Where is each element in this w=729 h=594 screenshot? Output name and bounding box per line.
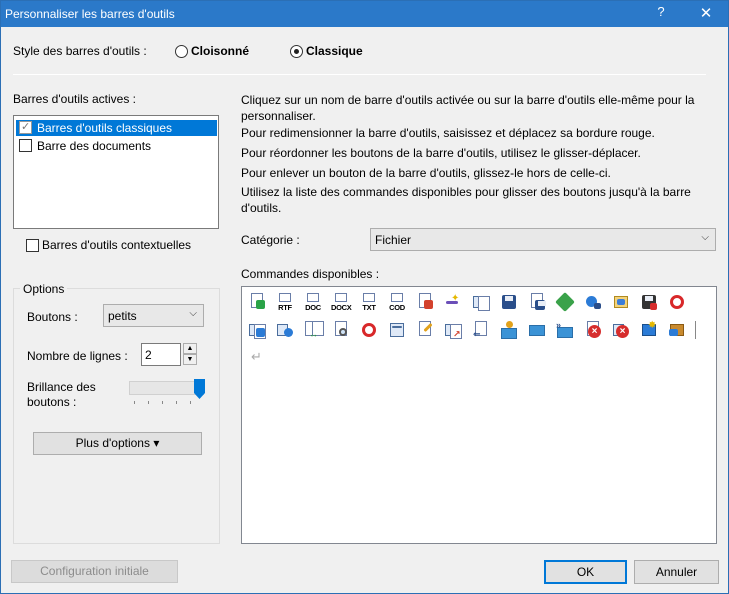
brightness-label-line1: Brillance des bbox=[27, 380, 96, 394]
brightness-label-line2: boutons : bbox=[27, 395, 77, 409]
move-doc-icon[interactable]: ↗ bbox=[443, 320, 463, 340]
multi-doc-icon[interactable] bbox=[247, 320, 267, 340]
mail-send-icon[interactable]: » bbox=[555, 320, 575, 340]
checkbox-documents-bar[interactable] bbox=[19, 139, 32, 152]
stepper-down-icon[interactable]: ▼ bbox=[183, 354, 197, 365]
properties-icon[interactable] bbox=[387, 320, 407, 340]
toolbar-separator bbox=[695, 321, 696, 339]
mail-person-icon[interactable] bbox=[499, 320, 519, 340]
active-toolbars-label: Barres d'outils actives : bbox=[13, 92, 137, 106]
reset-configuration-button[interactable]: Configuration initiale bbox=[11, 560, 178, 583]
cod-icon[interactable]: COD bbox=[387, 292, 407, 312]
buttons-size-label: Boutons : bbox=[27, 310, 78, 324]
mail-icon[interactable] bbox=[527, 320, 547, 340]
toolbar-style-label: Style des barres d'outils : bbox=[13, 44, 147, 58]
globe-icon[interactable] bbox=[583, 292, 603, 312]
import-doc-icon[interactable]: ⇐ bbox=[471, 320, 491, 340]
help-paragraph: Pour redimensionner la barre d'outils, s… bbox=[241, 126, 655, 140]
search-doc-icon[interactable] bbox=[331, 320, 351, 340]
line-count-stepper[interactable]: ▲ ▼ bbox=[183, 343, 197, 366]
category-label: Catégorie : bbox=[241, 233, 300, 247]
title-bar: Personnaliser les barres d'outils ? ✕ bbox=[1, 1, 728, 27]
copy-doc-icon[interactable] bbox=[471, 292, 491, 312]
help-paragraph: Utilisez la liste des commandes disponib… bbox=[241, 185, 691, 215]
radio-cloisonne[interactable] bbox=[175, 45, 188, 58]
slider-tick bbox=[134, 401, 135, 404]
contextual-toolbars-label[interactable]: Barres d'outils contextuelles bbox=[42, 238, 191, 252]
dialog-title: Personnaliser les barres d'outils bbox=[5, 7, 175, 21]
wand-icon[interactable]: ✦ bbox=[443, 292, 463, 312]
brightness-slider-track[interactable] bbox=[129, 381, 204, 395]
checkbox-contextual-toolbars[interactable] bbox=[26, 239, 39, 252]
radio-classique[interactable] bbox=[290, 45, 303, 58]
stepper-up-icon[interactable]: ▲ bbox=[183, 343, 197, 354]
help-paragraph: Cliquez sur un nom de barre d'outils act… bbox=[241, 93, 695, 123]
chevron-down-icon: ⌵ bbox=[701, 232, 709, 243]
merge-doc-icon[interactable]: ↔ bbox=[303, 320, 324, 340]
buttons-size-value: petits bbox=[108, 309, 137, 323]
checkbox-classic-toolbars[interactable] bbox=[19, 120, 32, 134]
help-paragraph: Pour enlever un bouton de la barre d'out… bbox=[241, 166, 611, 180]
slider-tick bbox=[162, 401, 163, 404]
list-item-label: Barre des documents bbox=[37, 139, 152, 153]
slider-tick bbox=[190, 401, 191, 404]
lifebuoy-icon[interactable] bbox=[667, 292, 687, 312]
docx-icon[interactable]: DOCX bbox=[331, 292, 352, 312]
save-red-icon[interactable] bbox=[639, 292, 659, 312]
return-icon: ↵ bbox=[251, 349, 262, 364]
ok-button[interactable]: OK bbox=[544, 560, 627, 584]
list-item[interactable]: Barre des documents bbox=[16, 138, 217, 154]
more-options-button[interactable]: Plus d'options ▾ bbox=[33, 432, 202, 455]
slider-tick bbox=[148, 401, 149, 404]
available-commands-label: Commandes disponibles : bbox=[241, 267, 380, 281]
category-select[interactable]: Fichier ⌵ bbox=[370, 228, 716, 251]
close-red-icon[interactable]: × bbox=[611, 320, 631, 340]
frame-icon[interactable] bbox=[611, 292, 631, 312]
save-as-icon[interactable] bbox=[527, 292, 547, 312]
slider-tick bbox=[176, 401, 177, 404]
radio-classique-label[interactable]: Classique bbox=[306, 44, 363, 58]
buttons-size-select[interactable]: petits ⌵ bbox=[103, 304, 204, 327]
open-check-icon[interactable] bbox=[415, 292, 435, 312]
gear-doc-icon[interactable] bbox=[275, 320, 295, 340]
separator bbox=[13, 74, 706, 75]
category-value: Fichier bbox=[375, 233, 412, 247]
customize-toolbars-dialog: Personnaliser les barres d'outils ? ✕ St… bbox=[0, 0, 729, 594]
edit-doc-icon[interactable] bbox=[415, 320, 435, 340]
cancel-button[interactable]: Annuler bbox=[634, 560, 719, 584]
options-group-label: Options bbox=[20, 282, 68, 296]
close-icon[interactable]: ✕ bbox=[697, 4, 715, 22]
radio-cloisonne-label[interactable]: Cloisonné bbox=[191, 44, 249, 58]
help-paragraph: Pour réordonner les boutons de la barre … bbox=[241, 146, 641, 160]
doc-icon[interactable]: DOC bbox=[303, 292, 323, 312]
txt-icon[interactable]: TXT bbox=[359, 292, 379, 312]
close-doc-icon[interactable]: × bbox=[583, 320, 603, 340]
new-doc-icon[interactable] bbox=[247, 292, 267, 312]
lifebuoy-icon[interactable] bbox=[359, 320, 379, 340]
rtf-icon[interactable]: RTF bbox=[275, 292, 295, 312]
line-count-input[interactable]: 2 bbox=[141, 343, 181, 366]
save-icon[interactable] bbox=[499, 292, 519, 312]
chevron-down-icon: ⌵ bbox=[189, 308, 197, 319]
list-item-label: Barres d'outils classiques bbox=[37, 121, 173, 135]
new-star-icon[interactable]: ✸ bbox=[639, 320, 659, 340]
active-toolbars-list[interactable]: Barres d'outils classiques Barre des doc… bbox=[13, 115, 219, 229]
package-icon[interactable] bbox=[667, 320, 687, 340]
export-icon[interactable] bbox=[555, 292, 575, 312]
line-count-label: Nombre de lignes : bbox=[27, 349, 128, 363]
list-item[interactable]: Barres d'outils classiques bbox=[16, 120, 217, 136]
help-icon[interactable]: ? bbox=[653, 4, 669, 22]
available-commands-list[interactable]: RTF DOC DOCX TXT COD ✦ ↔ ↗ ⇐ » × × ✸ bbox=[241, 286, 717, 544]
line-count-value: 2 bbox=[145, 348, 152, 362]
